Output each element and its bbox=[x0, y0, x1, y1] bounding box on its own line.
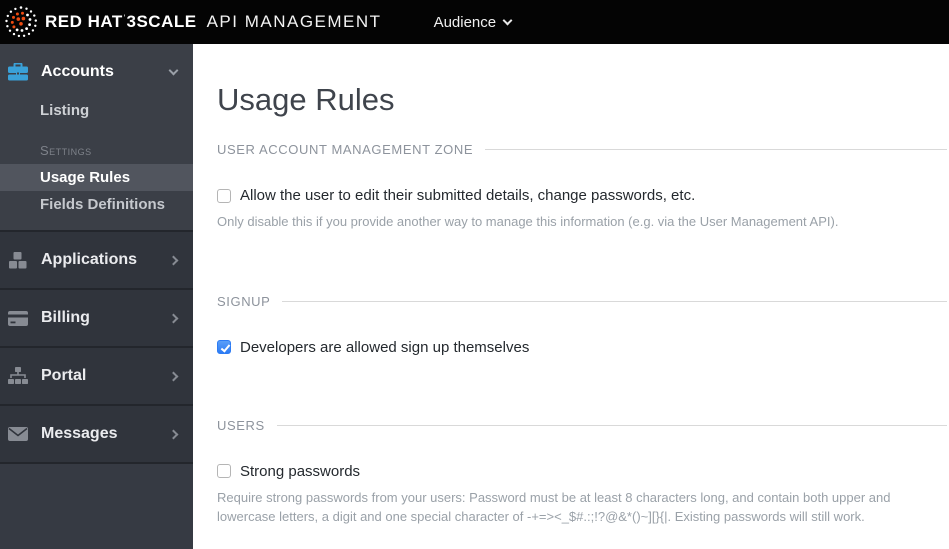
sitemap-icon bbox=[8, 366, 28, 386]
sidebar-item-messages[interactable]: Messages bbox=[0, 404, 193, 462]
sidebar-item-accounts[interactable]: Accounts bbox=[0, 52, 193, 92]
sidebar-item-accounts-label: Accounts bbox=[41, 63, 114, 80]
allow-user-edit-label: Allow the user to edit their submitted d… bbox=[240, 187, 696, 204]
sidebar-item-applications-label: Applications bbox=[41, 251, 138, 268]
section-legend-user-account-management-zone: USER ACCOUNT MANAGEMENT ZONE bbox=[217, 142, 947, 157]
sidebar-item-fields-definitions[interactable]: Fields Definitions bbox=[0, 191, 193, 218]
red-hat-logo-icon bbox=[5, 6, 37, 38]
red-hat-logo[interactable] bbox=[3, 4, 39, 40]
sidebar-bottom-filler bbox=[0, 462, 193, 549]
sidebar-item-portal[interactable]: Portal bbox=[0, 346, 193, 404]
chevron-right-icon bbox=[168, 313, 179, 323]
brand-api-management: API MANAGEMENT bbox=[206, 12, 382, 31]
developers-signup-checkbox-row[interactable]: Developers are allowed sign up themselve… bbox=[217, 339, 947, 356]
sidebar-item-billing-label: Billing bbox=[41, 309, 90, 326]
brand-red-hat: RED HAT bbox=[45, 12, 123, 31]
sidebar-item-usage-rules[interactable]: Usage Rules bbox=[0, 164, 193, 191]
chevron-down-icon bbox=[502, 15, 513, 25]
top-header-bar: RED HAT ' 3SCALE API MANAGEMENT Audience bbox=[0, 0, 949, 44]
allow-user-edit-checkbox[interactable] bbox=[217, 188, 231, 203]
envelope-icon bbox=[8, 424, 28, 444]
cubes-icon bbox=[8, 250, 28, 270]
sidebar-item-messages-label: Messages bbox=[41, 425, 118, 442]
audience-label: Audience bbox=[433, 13, 497, 31]
brand-3scale: 3SCALE bbox=[126, 12, 197, 31]
sidebar-item-portal-label: Portal bbox=[41, 367, 87, 384]
allow-user-edit-help-text: Only disable this if you provide another… bbox=[217, 214, 839, 229]
chevron-right-icon bbox=[168, 371, 179, 381]
page-title: Usage Rules bbox=[217, 82, 395, 117]
chevron-right-icon bbox=[168, 429, 179, 439]
strong-passwords-checkbox[interactable] bbox=[217, 464, 231, 478]
sidebar: Accounts Listing Settings Usage Rules Fi… bbox=[0, 44, 193, 549]
strong-passwords-help-text: Require strong passwords from your users… bbox=[217, 489, 891, 525]
developers-signup-checkbox[interactable] bbox=[217, 340, 231, 354]
allow-user-edit-checkbox-row[interactable]: Allow the user to edit their submitted d… bbox=[217, 187, 947, 204]
section-legend-users: USERS bbox=[217, 418, 947, 433]
credit-card-icon bbox=[8, 308, 28, 328]
brand-title: RED HAT ' 3SCALE API MANAGEMENT bbox=[45, 12, 382, 32]
section-legend-signup: SIGNUP bbox=[217, 294, 947, 309]
audience-dropdown[interactable]: Audience bbox=[433, 13, 513, 31]
chevron-down-icon bbox=[168, 65, 179, 75]
main-content: Usage Rules USER ACCOUNT MANAGEMENT ZONE… bbox=[193, 44, 949, 549]
sidebar-settings-header: Settings bbox=[40, 143, 92, 158]
brand-trademark: ' bbox=[123, 13, 126, 23]
chevron-right-icon bbox=[168, 255, 179, 265]
strong-passwords-label: Strong passwords bbox=[240, 462, 361, 480]
sidebar-item-billing[interactable]: Billing bbox=[0, 288, 193, 346]
strong-passwords-checkbox-row[interactable]: Strong passwords bbox=[217, 463, 947, 480]
developers-signup-label: Developers are allowed sign up themselve… bbox=[240, 338, 530, 356]
sidebar-item-applications[interactable]: Applications bbox=[0, 230, 193, 288]
sidebar-accounts-section: Accounts Listing Settings Usage Rules Fi… bbox=[0, 44, 193, 230]
sidebar-item-listing[interactable]: Listing bbox=[0, 92, 193, 129]
briefcase-icon bbox=[8, 62, 28, 82]
